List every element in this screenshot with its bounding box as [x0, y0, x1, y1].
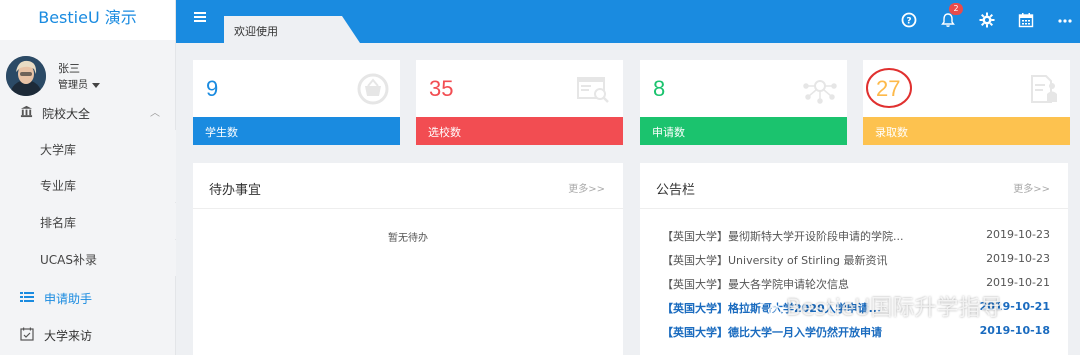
network-icon: [803, 80, 837, 104]
sidebar-item-label: UCAS补录: [40, 253, 97, 267]
calendar-check-icon: [20, 327, 34, 341]
institution-icon: [20, 105, 33, 118]
stat-label: 申请数: [652, 126, 685, 139]
notice-title: 【英国大学】德比大学一月入学仍然开放申请: [662, 326, 882, 339]
chevron-down-icon: [92, 82, 100, 88]
sidebar-item-label: 大学库: [40, 143, 77, 157]
watermark-text: BestieU国际升学指导: [786, 296, 1003, 321]
stat-bar: 申请数: [640, 117, 847, 145]
tab-welcome[interactable]: 欢迎使用: [224, 16, 360, 43]
notice-panel: 公告栏 更多>> 【英国大学】曼彻斯特大学开设阶段申请的学院... 2019-1…: [640, 163, 1068, 355]
notice-date: 2019-10-18: [979, 324, 1050, 337]
sidebar-item-label: 大学来访: [44, 329, 93, 343]
notice-title: 【英国大学】曼彻斯特大学开设阶段申请的学院...: [662, 230, 904, 243]
user-role: 管理员: [58, 80, 88, 91]
sidebar-item-ucas[interactable]: UCAS补录: [0, 240, 176, 276]
stat-bar: 录取数: [863, 117, 1070, 145]
sidebar-group-label: 院校大全: [42, 107, 91, 121]
sidebar-group-institutions[interactable]: 院校大全 ︿: [0, 100, 176, 126]
stat-bar: 选校数: [416, 117, 623, 145]
document-person-icon: [1031, 75, 1057, 103]
stat-label: 选校数: [428, 126, 461, 139]
help-icon[interactable]: ?: [901, 12, 917, 28]
sidebar-item-application-assistant[interactable]: 申请助手: [0, 279, 176, 315]
avatar[interactable]: [6, 56, 46, 96]
svg-text:?: ?: [906, 17, 911, 27]
sidebar-item-label: 排名库: [40, 216, 77, 230]
list-icon: [20, 292, 34, 302]
menu-toggle-icon[interactable]: [194, 12, 206, 22]
user-name: 张三: [58, 62, 80, 75]
todo-panel: 待办事宜 更多>> 暂无待办: [193, 163, 623, 355]
notification-badge: 2: [949, 3, 963, 15]
notice-item[interactable]: 【英国大学】University of Stirling 最新资讯 2019-1…: [662, 252, 1050, 270]
stat-value: 8: [653, 76, 666, 101]
gear-icon[interactable]: [979, 12, 995, 28]
wechat-icon: [760, 300, 782, 317]
sidebar-item-university-db[interactable]: 大学库: [0, 130, 176, 166]
brand-title[interactable]: BestieU 演示: [0, 0, 175, 40]
stat-value: 9: [206, 76, 219, 101]
notice-date: 2019-10-21: [986, 276, 1050, 289]
notice-item[interactable]: 【英国大学】曼彻斯特大学开设阶段申请的学院... 2019-10-23: [662, 228, 1050, 246]
notice-item[interactable]: 【英国大学】德比大学一月入学仍然开放申请 2019-10-18: [662, 324, 1050, 342]
sidebar-item-ranking-db[interactable]: 排名库: [0, 203, 176, 239]
more-icon[interactable]: [1057, 12, 1073, 28]
notice-title: 【英国大学】University of Stirling 最新资讯: [662, 254, 888, 267]
stat-value: 35: [429, 76, 454, 101]
browser-search-icon: [577, 77, 609, 103]
calendar-icon[interactable]: [1018, 12, 1034, 28]
empty-message: 暂无待办: [388, 233, 428, 244]
chevron-up-icon[interactable]: ︿: [150, 104, 160, 119]
panel-header: 待办事宜 更多>>: [193, 163, 623, 209]
user-profile[interactable]: 张三 管理员: [0, 52, 176, 100]
basket-icon: [357, 73, 389, 105]
panel-title: 待办事宜: [209, 183, 262, 198]
sidebar-item-label: 申请助手: [44, 292, 93, 306]
tab-label: 欢迎使用: [234, 25, 278, 38]
highlight-circle: [866, 68, 912, 108]
stat-card-applications[interactable]: 8 申请数: [640, 60, 847, 145]
stat-bar: 学生数: [193, 117, 400, 145]
panel-title: 公告栏: [656, 183, 696, 198]
stat-card-students[interactable]: 9 学生数: [193, 60, 400, 145]
sidebar: BestieU 演示 张三 管理员 院校大全 ︿ 大学库 专业库 排名库 UCA…: [0, 0, 176, 355]
sidebar-item-major-db[interactable]: 专业库: [0, 166, 176, 202]
panel-header: 公告栏 更多>>: [640, 163, 1068, 209]
more-link[interactable]: 更多>>: [568, 180, 605, 195]
sidebar-item-university-visit[interactable]: 大学来访: [0, 316, 176, 352]
notice-date: 2019-10-23: [986, 252, 1050, 265]
notice-date: 2019-10-23: [986, 228, 1050, 241]
watermark: BestieU国际升学指导: [760, 290, 1002, 322]
user-role-dropdown[interactable]: 管理员: [58, 76, 100, 91]
stat-card-admissions[interactable]: 27 录取数: [863, 60, 1070, 145]
stat-label: 录取数: [875, 126, 908, 139]
sidebar-item-label: 专业库: [40, 179, 77, 193]
stat-card-selections[interactable]: 35 选校数: [416, 60, 623, 145]
more-link[interactable]: 更多>>: [1013, 180, 1050, 195]
stat-label: 学生数: [205, 126, 238, 139]
top-bar: 欢迎使用 ? 2: [176, 0, 1080, 43]
